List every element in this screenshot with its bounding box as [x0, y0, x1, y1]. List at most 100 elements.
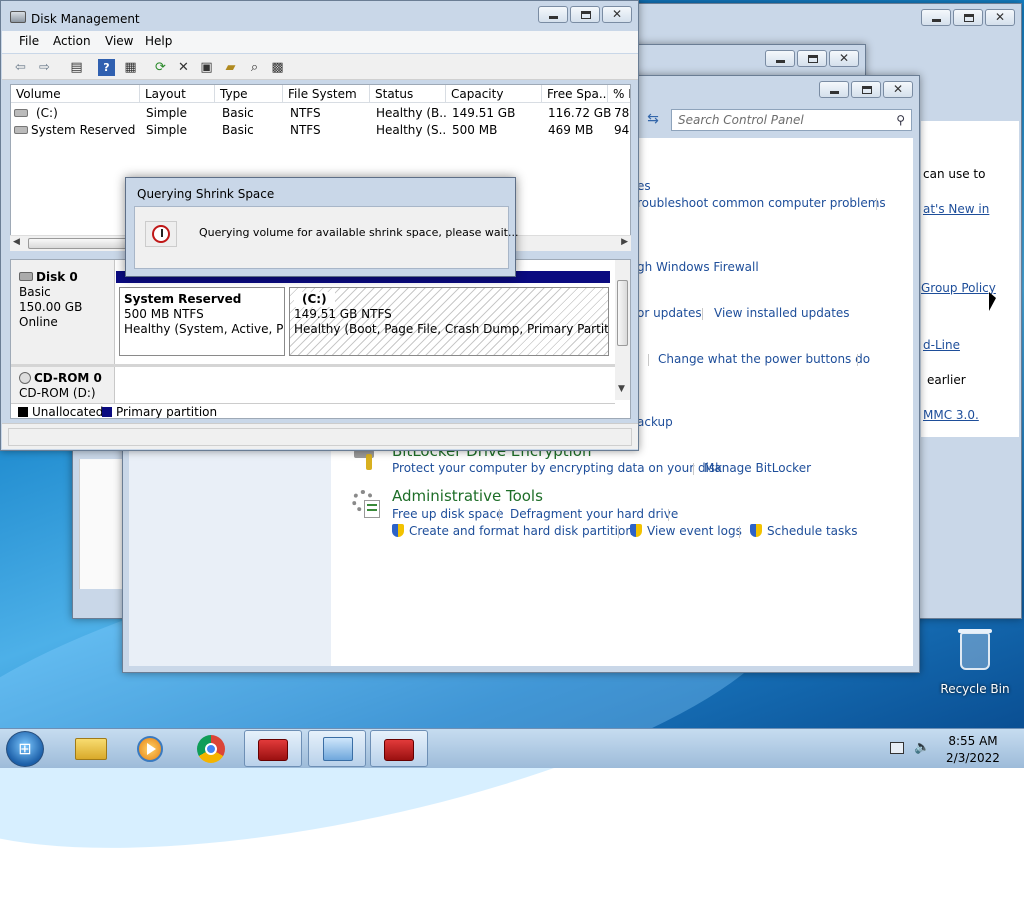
scroll-left-arrow-icon[interactable]: ◀ — [13, 237, 20, 247]
taskbar: ⊞ 🔈 8:55 AM 2/3/2022 — [0, 728, 1024, 768]
disk-0-size: 150.00 GB — [19, 300, 83, 314]
open-folder-icon[interactable]: ▰ — [222, 59, 239, 76]
vertical-scrollbar[interactable]: ▼ — [615, 260, 630, 400]
help-link-group-policy[interactable]: Group Policy — [921, 281, 996, 295]
minimize-button[interactable] — [921, 9, 951, 26]
settings-icon[interactable]: ▩ — [269, 59, 286, 76]
column-header-free-space[interactable]: Free Spa... — [542, 85, 608, 103]
scroll-right-arrow-icon[interactable]: ▶ — [621, 237, 628, 247]
check-disk-icon[interactable]: ▣ — [198, 59, 215, 76]
link-separator — [739, 526, 740, 538]
help-link-whats-new[interactable]: at's New in — [923, 202, 989, 216]
toolbox-icon — [258, 739, 288, 761]
maximize-button[interactable] — [953, 9, 983, 26]
taskbar-disk-management-2[interactable] — [370, 730, 428, 767]
link-event-logs[interactable]: View event logs — [630, 524, 742, 538]
taskbar-disk-management-1[interactable] — [244, 730, 302, 767]
legend-primary-label: Primary partition — [116, 405, 218, 419]
status-pane — [8, 428, 632, 446]
link-separator — [857, 354, 858, 366]
start-button[interactable]: ⊞ — [6, 731, 44, 767]
middle-window-controls: ✕ — [765, 50, 859, 67]
close-button[interactable]: ✕ — [883, 81, 913, 98]
taskbar-chrome[interactable] — [183, 730, 241, 767]
partition-system-reserved[interactable]: System Reserved 500 MB NTFS Healthy (Sys… — [119, 287, 285, 356]
properties-icon[interactable]: ▦ — [122, 59, 139, 76]
partition-c-drive[interactable]: (C:) 149.51 GB NTFS Healthy (Boot, Page … — [289, 287, 609, 356]
querying-shrink-dialog: Querying Shrink Space Querying volume fo… — [125, 177, 518, 277]
link-format-partitions[interactable]: Create and format hard disk partitions — [392, 524, 639, 538]
help-link-command-line[interactable]: d-Line — [923, 338, 960, 352]
refresh-icon[interactable]: ⟳ — [152, 59, 169, 76]
close-button[interactable]: ✕ — [829, 50, 859, 67]
link-defragment[interactable]: Defragment your hard drive — [510, 507, 678, 521]
back-arrow-icon[interactable]: ⇦ — [12, 59, 29, 76]
maximize-button[interactable] — [797, 50, 827, 67]
link-power-buttons[interactable]: Change what the power buttons do — [658, 352, 870, 366]
disk-0-name: Disk 0 — [19, 270, 106, 285]
column-header-layout[interactable]: Layout — [140, 85, 215, 103]
volume-icon[interactable]: 🔈 — [914, 740, 930, 755]
volume-file-system: NTFS — [290, 123, 321, 137]
minimize-button[interactable] — [819, 81, 849, 98]
menu-view[interactable]: View — [105, 34, 133, 48]
network-icon[interactable] — [890, 742, 904, 754]
cdrom-0-header[interactable]: CD-ROM 0 CD-ROM (D:) — [11, 367, 115, 407]
menu-action[interactable]: Action — [53, 34, 91, 48]
volume-type: Basic — [222, 106, 254, 120]
clock-date[interactable]: 2/3/2022 — [942, 751, 1004, 765]
link-check-updates[interactable]: or updates — [637, 306, 702, 320]
minimize-button[interactable] — [538, 6, 568, 23]
menu-help[interactable]: Help — [145, 34, 172, 48]
scroll-thumb[interactable] — [617, 280, 628, 346]
media-player-icon — [137, 736, 163, 762]
refresh-icon[interactable]: ⇆ — [641, 109, 665, 131]
delete-icon[interactable]: ✕ — [175, 59, 192, 76]
column-header-volume[interactable]: Volume — [11, 85, 140, 103]
column-header-type[interactable]: Type — [215, 85, 283, 103]
close-button[interactable]: ✕ — [602, 6, 632, 23]
taskbar-control-panel[interactable] — [308, 730, 366, 767]
close-button[interactable]: ✕ — [985, 9, 1015, 26]
column-header-percent-free[interactable]: % F — [608, 85, 630, 103]
table-row[interactable]: (C:) Simple Basic NTFS Healthy (B... 149… — [11, 105, 630, 122]
partition-status: Healthy (Boot, Page File, Crash Dump, Pr… — [294, 322, 609, 336]
back-window-right-controls: ✕ — [921, 9, 1015, 26]
administrative-tools-header[interactable]: Administrative Tools — [392, 487, 543, 505]
link-schedule-tasks[interactable]: Schedule tasks — [750, 524, 857, 538]
volume-free-space: 469 MB — [548, 123, 594, 137]
search-icon[interactable]: ⚲ — [896, 113, 905, 127]
search-input[interactable]: Search Control Panel ⚲ — [671, 109, 912, 131]
help-link-mmc[interactable]: MMC 3.0. — [923, 408, 979, 422]
clock-time[interactable]: 8:55 AM — [942, 734, 1004, 748]
link-view-installed-updates[interactable]: View installed updates — [714, 306, 850, 320]
help-icon[interactable]: ? — [98, 59, 115, 76]
disk-management-titlebar[interactable]: Disk Management ✕ — [1, 1, 638, 31]
taskbar-media-player[interactable] — [121, 730, 179, 767]
minimize-button[interactable] — [765, 50, 795, 67]
link-es[interactable]: es — [637, 179, 651, 193]
link-firewall[interactable]: gh Windows Firewall — [637, 260, 759, 274]
link-bitlocker-protect[interactable]: Protect your computer by encrypting data… — [392, 461, 722, 475]
link-separator — [702, 308, 703, 320]
column-header-file-system[interactable]: File System — [283, 85, 370, 103]
volume-layout: Simple — [146, 123, 187, 137]
link-backup[interactable]: ackup — [637, 415, 673, 429]
forward-arrow-icon[interactable]: ⇨ — [36, 59, 53, 76]
maximize-button[interactable] — [851, 81, 881, 98]
menu-file[interactable]: File — [19, 34, 39, 48]
taskbar-explorer[interactable] — [62, 730, 120, 767]
search-icon[interactable]: ⌕ — [246, 59, 263, 76]
column-header-capacity[interactable]: Capacity — [446, 85, 542, 103]
show-hide-tree-icon[interactable]: ▤ — [68, 59, 85, 76]
link-free-up-disk[interactable]: Free up disk space — [392, 507, 504, 521]
column-header-status[interactable]: Status — [370, 85, 446, 103]
table-row[interactable]: System Reserved Simple Basic NTFS Health… — [11, 122, 630, 139]
link-manage-bitlocker[interactable]: Manage BitLocker — [704, 461, 811, 475]
scroll-down-arrow-icon[interactable]: ▼ — [618, 384, 625, 394]
link-troubleshoot[interactable]: roubleshoot common computer problems — [637, 196, 886, 210]
recycle-bin[interactable]: Recycle Bin — [940, 629, 1010, 700]
maximize-button[interactable] — [570, 6, 600, 23]
disk-0-header[interactable]: Disk 0 Basic 150.00 GB Online — [11, 260, 115, 364]
volume-percent-free: 78 — [614, 106, 630, 120]
